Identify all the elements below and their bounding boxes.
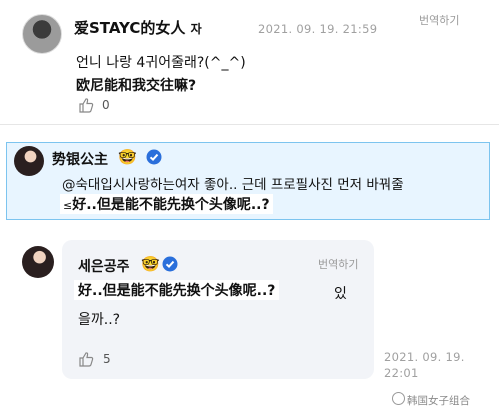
comment-timestamp: 2021. 09. 19. 21:59: [258, 22, 378, 36]
avatar[interactable]: [14, 146, 44, 176]
comment-author[interactable]: 爱STAYC的女人 자: [74, 17, 202, 38]
thumbs-up-icon[interactable]: [78, 97, 94, 113]
comment-translation: ≤好..但是能不能先换个头像呢..?: [60, 194, 273, 214]
comment-timestamp-time: 22:01: [384, 366, 419, 380]
divider: [0, 124, 499, 125]
comment-translation: 欧尼能和我交往嘛?: [76, 78, 197, 94]
comment-author[interactable]: 势银公主: [52, 149, 108, 169]
comment-text-continued: 을까..?: [78, 312, 121, 328]
nerd-emoji-icon: 🤓: [141, 255, 160, 273]
translate-button[interactable]: 번역하기: [318, 256, 358, 272]
like-count: 5: [103, 352, 111, 366]
watermark-text: 韩国女子组合: [407, 395, 470, 407]
watermark: 韩国女子组合: [392, 392, 470, 408]
nerd-emoji-icon: 🤓: [118, 148, 137, 166]
wechat-icon: [392, 392, 405, 405]
thumbs-up-icon[interactable]: [78, 351, 94, 367]
author-suffix: 자: [190, 22, 202, 36]
comment-text: 언니 나랑 4귀어줄래?(^_^): [76, 55, 246, 71]
like-count: 0: [102, 98, 110, 112]
line-prefix: ≤: [63, 199, 73, 212]
avatar[interactable]: [22, 246, 54, 278]
comment-timestamp: 2021. 09. 19.: [384, 350, 465, 364]
comment-author[interactable]: 세은공주: [78, 256, 130, 276]
comment-text: @숙대입시사랑하는여자 좋아.. 근데 프로필사진 먼저 바꿔줄: [62, 177, 404, 193]
verified-badge-icon: [146, 149, 162, 165]
verified-badge-icon: [162, 256, 178, 272]
author-name: 爱STAYC的女人: [74, 19, 186, 37]
comment-translation: 好..但是能不能先换个头像呢..?: [74, 280, 280, 300]
comment-text: 있: [334, 286, 347, 302]
translate-button[interactable]: 번역하기: [419, 12, 459, 28]
translation-text: 好..但是能不能先换个头像呢..?: [72, 197, 270, 213]
avatar[interactable]: [22, 14, 62, 54]
